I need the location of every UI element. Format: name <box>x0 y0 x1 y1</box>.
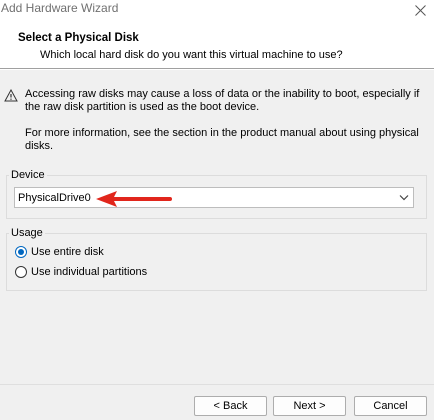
warning-icon <box>4 89 18 102</box>
close-button[interactable] <box>406 0 434 20</box>
next-button[interactable]: Next > <box>273 396 346 416</box>
radio-button-unchecked[interactable] <box>15 266 27 278</box>
use-individual-partitions-radio[interactable]: Use individual partitions <box>15 265 147 279</box>
use-entire-disk-radio[interactable]: Use entire disk <box>15 245 104 259</box>
radio-button-checked[interactable] <box>15 246 27 258</box>
header-divider-highlight <box>0 69 434 70</box>
footer-divider <box>0 384 434 385</box>
page-title: Select a Physical Disk <box>18 32 139 44</box>
usage-group <box>6 233 427 291</box>
title-bar: Add Hardware Wizard <box>0 0 434 20</box>
wizard-header: Select a Physical Disk Which local hard … <box>0 20 434 68</box>
device-select[interactable]: PhysicalDrive0 <box>14 187 414 208</box>
window-title: Add Hardware Wizard <box>1 1 119 15</box>
red-arrow-annotation <box>96 191 172 207</box>
device-selected-value: PhysicalDrive0 <box>18 192 91 204</box>
info-text: For more information, see the section in… <box>25 127 419 152</box>
usage-group-label: Usage <box>9 227 45 239</box>
back-button[interactable]: < Back <box>194 396 267 416</box>
close-icon <box>414 4 426 16</box>
use-individual-partitions-label: Use individual partitions <box>31 266 148 278</box>
device-group-label: Device <box>9 169 47 181</box>
use-entire-disk-label: Use entire disk <box>31 246 104 258</box>
chevron-down-icon <box>399 195 409 201</box>
page-subtitle: Which local hard disk do you want this v… <box>40 49 343 61</box>
warning-text: Accessing raw disks may cause a loss of … <box>25 88 420 113</box>
cancel-button[interactable]: Cancel <box>354 396 427 416</box>
